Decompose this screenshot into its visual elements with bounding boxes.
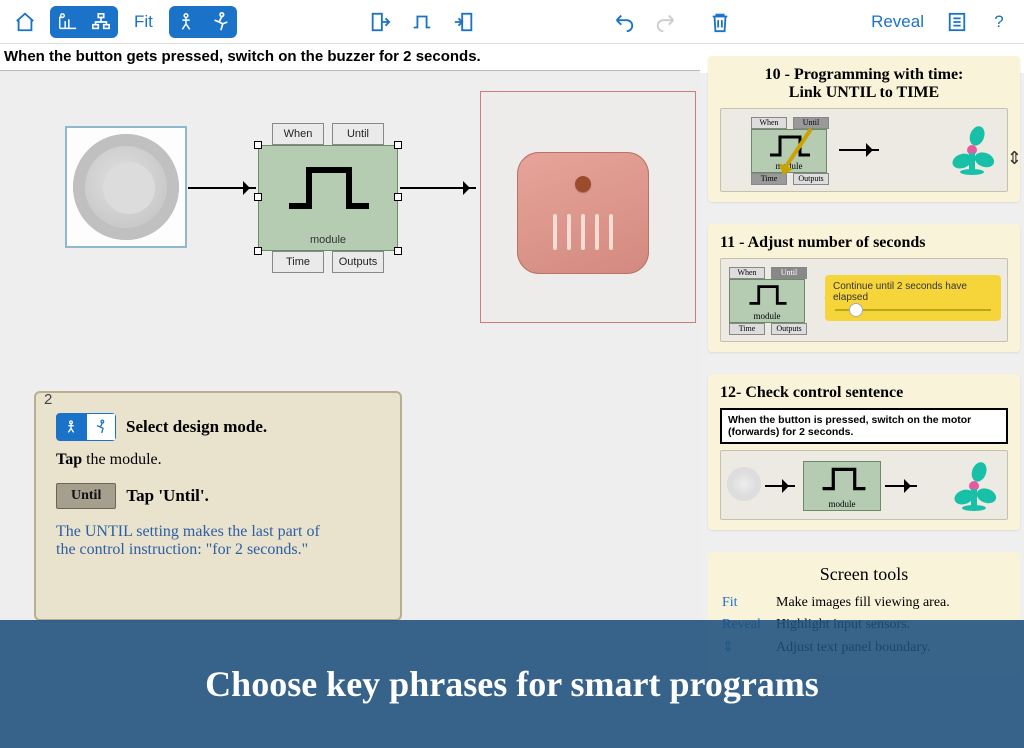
hint-popover: 2 Select design mode. Tap the module. Un…	[34, 391, 402, 621]
hint-body-2: the control instruction: "for 2 seconds.…	[56, 541, 380, 559]
hint-line-1: Select design mode.	[56, 413, 380, 441]
fit-desc: Make images fill viewing area.	[776, 595, 950, 611]
tutorial-card-10[interactable]: 10 - Programming with time: Link UNTIL t…	[708, 56, 1020, 202]
card-body: module	[720, 450, 1008, 520]
resize-handle[interactable]	[254, 247, 262, 255]
hint-text: the module.	[82, 451, 162, 468]
mini-wire	[839, 149, 879, 151]
caption-text: Choose key phrases for smart programs	[205, 663, 819, 705]
button-cap	[103, 162, 155, 214]
mini-module-body: module	[803, 461, 881, 511]
resize-handle[interactable]	[254, 141, 262, 149]
hint-text: Tap 'Until'.	[126, 486, 209, 506]
mini-tab-when: When	[729, 267, 765, 279]
pulse-button[interactable]	[405, 6, 439, 38]
run-mode-button[interactable]	[203, 6, 237, 38]
mini-module: When Until Time Outputs module	[719, 263, 815, 339]
module-tab-time[interactable]: Time	[272, 251, 324, 273]
hint-bold: Tap	[56, 451, 82, 468]
fit-chip: Fit	[722, 595, 766, 611]
mode-group	[169, 6, 237, 38]
resize-handle[interactable]	[394, 193, 402, 201]
design-mode-button[interactable]	[169, 6, 203, 38]
tutorial-card-12[interactable]: 12- Check control sentence When the butt…	[708, 374, 1020, 530]
mini-label: module	[730, 311, 804, 321]
design-icon	[56, 413, 86, 441]
input-button-node[interactable]	[65, 126, 187, 248]
seconds-banner: Continue until 2 seconds have elapsed	[825, 275, 1001, 321]
redo-button[interactable]	[649, 6, 683, 38]
card-title: 12- Check control sentence	[720, 384, 1008, 402]
mode-icon-pair	[56, 413, 116, 441]
buzzer-slot	[595, 214, 599, 250]
card-body: When Until Time Outputs module Continue …	[720, 258, 1008, 342]
wire-input-to-module	[188, 187, 256, 189]
tutorial-card-11[interactable]: 11 - Adjust number of seconds When Until…	[708, 224, 1020, 352]
hint-step-number: 2	[44, 391, 52, 408]
control-sentence: When the button is pressed, switch on th…	[720, 408, 1008, 444]
resize-handle[interactable]	[394, 141, 402, 149]
view-mode-group	[50, 6, 118, 38]
arrow-icon	[777, 127, 817, 179]
buzzer-slot	[567, 214, 571, 250]
mini-tab-outputs: Outputs	[771, 323, 807, 335]
banner-text: Continue until 2 seconds have elapsed	[833, 281, 967, 303]
buzzer-led	[575, 176, 591, 192]
mini-tab-time: Time	[729, 323, 765, 335]
module-label: module	[259, 234, 397, 246]
screen-tools-heading: Screen tools	[722, 564, 1006, 585]
scene-view-button[interactable]	[50, 6, 84, 38]
mini-label: module	[804, 499, 880, 509]
mini-wire	[885, 485, 917, 487]
delete-button[interactable]	[703, 6, 737, 38]
resize-handle[interactable]	[394, 247, 402, 255]
help-button[interactable]: ?	[982, 6, 1016, 38]
import-button[interactable]	[447, 6, 481, 38]
buzzer-slot	[553, 214, 557, 250]
screen-tools-row: Fit Make images fill viewing area.	[722, 595, 1006, 611]
module-node[interactable]: When Until Time Outputs module	[258, 123, 398, 273]
fit-button[interactable]: Fit	[126, 6, 161, 38]
slider-knob[interactable]	[849, 303, 863, 317]
home-button[interactable]	[8, 6, 42, 38]
card-body: When Until Time Outputs module	[720, 108, 1008, 192]
pulse-icon	[285, 160, 373, 216]
resize-handle[interactable]	[254, 193, 262, 201]
hint-text: Select design mode.	[126, 417, 267, 437]
fan-icon	[947, 125, 997, 175]
hint-line-3: Until Tap 'Until'.	[56, 483, 380, 509]
export-button[interactable]	[363, 6, 397, 38]
wire-module-to-output	[400, 187, 476, 189]
output-buzzer-selection[interactable]	[480, 91, 696, 323]
module-tab-until[interactable]: Until	[332, 123, 384, 145]
until-chip: Until	[56, 483, 116, 509]
module-tab-outputs[interactable]: Outputs	[332, 251, 384, 273]
module-tab-when[interactable]: When	[272, 123, 324, 145]
flowchart-view-button[interactable]	[84, 6, 118, 38]
undo-button[interactable]	[607, 6, 641, 38]
module-body[interactable]: module	[258, 145, 398, 251]
mini-button-icon	[727, 467, 761, 501]
run-icon	[86, 413, 116, 441]
panel-resize-icon[interactable]: ⇕	[1007, 148, 1022, 169]
fan-icon	[949, 461, 999, 511]
mini-module-body: module	[729, 279, 805, 323]
mini-tab-until: Until	[771, 267, 807, 279]
card-title: 10 - Programming with time: Link UNTIL t…	[720, 66, 1008, 102]
buzzer-device[interactable]	[517, 152, 649, 274]
reveal-button[interactable]: Reveal	[863, 6, 932, 38]
toolbar: Fit Reveal ?	[0, 0, 1024, 44]
caption-overlay: Choose key phrases for smart programs	[0, 620, 1024, 748]
card-title: 11 - Adjust number of seconds	[720, 234, 1008, 252]
buzzer-slot	[609, 214, 613, 250]
buzzer-slot	[581, 214, 585, 250]
panel-toggle-button[interactable]	[940, 6, 974, 38]
mini-wire	[765, 485, 795, 487]
hint-line-2: Tap the module.	[56, 451, 380, 469]
hint-body-1: The UNTIL setting makes the last part of	[56, 523, 380, 541]
